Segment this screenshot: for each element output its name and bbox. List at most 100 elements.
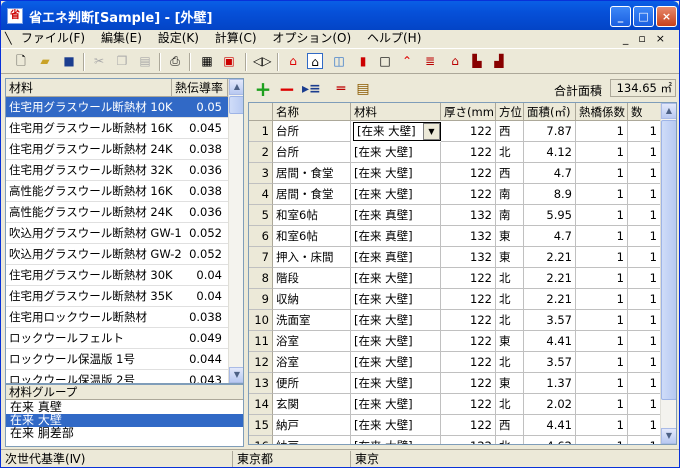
- cell-name[interactable]: 台所: [273, 142, 351, 163]
- material-row[interactable]: ロックウールフェルト 0.049: [6, 328, 228, 349]
- add-row-icon[interactable]: +: [254, 79, 272, 99]
- material-row[interactable]: 住宅用グラスウール断熱材 16K 0.045: [6, 118, 228, 139]
- cell-direction[interactable]: 東: [496, 247, 524, 268]
- col-thickness[interactable]: 厚さ(mm): [441, 103, 496, 121]
- cell-material[interactable]: [在来 大壁]: [351, 163, 441, 184]
- table-row[interactable]: 12 浴室 [在来 大壁] 122 北 3.57 1 1: [249, 352, 661, 373]
- cell-thickness[interactable]: 122: [441, 310, 496, 331]
- mdi-minimize-button[interactable]: _: [623, 32, 639, 45]
- scroll-up-arrow-icon[interactable]: ▲: [661, 103, 676, 119]
- row-number[interactable]: 16: [249, 436, 273, 444]
- cell-thermal-bridge[interactable]: 1: [576, 184, 628, 205]
- material-row[interactable]: 住宅用グラスウール断熱材 30K 0.04: [6, 265, 228, 286]
- cell-name[interactable]: 居間・食堂: [273, 163, 351, 184]
- cell-thermal-bridge[interactable]: 1: [576, 352, 628, 373]
- cell-count[interactable]: 1: [628, 289, 661, 310]
- menu-file[interactable]: ファイル(F): [15, 30, 91, 47]
- cell-direction[interactable]: 南: [496, 205, 524, 226]
- row-number[interactable]: 8: [249, 268, 273, 289]
- cell-material[interactable]: [在来 大壁]: [351, 310, 441, 331]
- cell-thermal-bridge[interactable]: 1: [576, 331, 628, 352]
- material-list[interactable]: 材料 熱伝導率 住宅用グラスウール断熱材 10K 0.05 住宅用グラスウール断熱材…: [5, 78, 244, 384]
- material-row[interactable]: 住宅用グラスウール断熱材 35K 0.04: [6, 286, 228, 307]
- menu-options[interactable]: オプション(O): [266, 30, 357, 47]
- scroll-down-arrow-icon[interactable]: ▼: [661, 428, 676, 444]
- menu-settings[interactable]: 設定(K): [152, 30, 205, 47]
- double-window-icon[interactable]: ◫: [331, 53, 347, 69]
- scroll-thumb[interactable]: [229, 96, 243, 114]
- row-number[interactable]: 11: [249, 331, 273, 352]
- col-material[interactable]: 材料: [351, 103, 441, 121]
- insert-row-icon[interactable]: ▸≡: [302, 80, 321, 98]
- title-bar[interactable]: 省 省エネ判断[Sample] - [外壁] _ □ ×: [1, 1, 679, 30]
- cell-thermal-bridge[interactable]: 1: [576, 289, 628, 310]
- cell-thermal-bridge[interactable]: 1: [576, 415, 628, 436]
- col-area[interactable]: 面積(㎡): [524, 103, 576, 121]
- cell-thickness[interactable]: 122: [441, 163, 496, 184]
- row-number[interactable]: 12: [249, 352, 273, 373]
- material-row[interactable]: 住宅用グラスウール断熱材 32K 0.036: [6, 160, 228, 181]
- cell-thickness[interactable]: 122: [441, 142, 496, 163]
- cell-thickness[interactable]: 122: [441, 184, 496, 205]
- cell-count[interactable]: 1: [628, 142, 661, 163]
- cell-direction[interactable]: 東: [496, 331, 524, 352]
- split-icon[interactable]: ◁▷: [253, 53, 271, 69]
- table-row[interactable]: 15 納戸 [在来 大壁] 122 西 4.41 1 1: [249, 415, 661, 436]
- wall-grid[interactable]: 名称 材料 厚さ(mm) 方位 面積(㎡) 熱橋係数 数 1 台所 [在来 大壁] ▼…: [248, 102, 677, 445]
- cell-thickness[interactable]: 132: [441, 205, 496, 226]
- cell-name[interactable]: 便所: [273, 373, 351, 394]
- cell-count[interactable]: 1: [628, 205, 661, 226]
- row-number[interactable]: 4: [249, 184, 273, 205]
- material-row[interactable]: 住宅用グラスウール断熱材 10K 0.05: [6, 97, 228, 118]
- cell-area[interactable]: 4.41: [524, 415, 576, 436]
- cell-thickness[interactable]: 122: [441, 373, 496, 394]
- copy-icon[interactable]: ❐: [114, 53, 130, 69]
- material-row[interactable]: ロックウール保温版 1号 0.044: [6, 349, 228, 370]
- cell-thickness[interactable]: 122: [441, 415, 496, 436]
- table-row[interactable]: 3 居間・食堂 [在来 大壁] 122 西 4.7 1 1: [249, 163, 661, 184]
- cell-area[interactable]: 3.57: [524, 310, 576, 331]
- cell-material[interactable]: [在来 大壁]: [351, 184, 441, 205]
- col-name[interactable]: 名称: [273, 103, 351, 121]
- table-row[interactable]: 9 収納 [在来 大壁] 122 北 2.21 1 1: [249, 289, 661, 310]
- cell-thickness[interactable]: 122: [441, 331, 496, 352]
- row-number[interactable]: 5: [249, 205, 273, 226]
- scroll-down-arrow-icon[interactable]: ▼: [229, 367, 243, 383]
- material-scrollbar[interactable]: ▲ ▼: [228, 79, 243, 383]
- cell-material[interactable]: [在来 大壁]: [351, 289, 441, 310]
- cell-thermal-bridge[interactable]: 1: [576, 205, 628, 226]
- cell-count[interactable]: 1: [628, 310, 661, 331]
- cell-area[interactable]: 7.87: [524, 121, 576, 142]
- cell-direction[interactable]: 西: [496, 121, 524, 142]
- cell-direction[interactable]: 北: [496, 436, 524, 444]
- material-group-item[interactable]: 在来 胴差部: [6, 427, 243, 440]
- cell-material[interactable]: [在来 真壁]: [351, 205, 441, 226]
- cell-thickness[interactable]: 122: [441, 121, 496, 142]
- open-folder-icon[interactable]: ▰: [37, 53, 53, 69]
- cell-thermal-bridge[interactable]: 1: [576, 163, 628, 184]
- material-row[interactable]: 住宅用ロックウール断熱材 0.038: [6, 307, 228, 328]
- cell-name[interactable]: 浴室: [273, 352, 351, 373]
- cell-name[interactable]: 洗面室: [273, 310, 351, 331]
- table-row[interactable]: 1 台所 [在来 大壁] ▼ 122 西 7.87 1 1: [249, 121, 661, 142]
- app-icon[interactable]: 省: [7, 8, 23, 24]
- table-row[interactable]: 10 洗面室 [在来 大壁] 122 北 3.57 1 1: [249, 310, 661, 331]
- cell-thickness[interactable]: 132: [441, 226, 496, 247]
- cell-thermal-bridge[interactable]: 1: [576, 373, 628, 394]
- cell-name[interactable]: 台所: [273, 121, 351, 142]
- save-icon[interactable]: ■: [61, 53, 77, 69]
- print-icon[interactable]: ⎙: [167, 53, 183, 69]
- material-row[interactable]: 住宅用グラスウール断熱材 24K 0.038: [6, 139, 228, 160]
- table-row[interactable]: 16納戸[在来 大壁]122北4.6211: [249, 436, 661, 444]
- cell-count[interactable]: 1: [628, 226, 661, 247]
- table-row[interactable]: 5 和室6帖 [在来 真壁] 132 南 5.95 1 1: [249, 205, 661, 226]
- cell-thermal-bridge[interactable]: 1: [576, 310, 628, 331]
- cell-material[interactable]: [在来 大壁]: [351, 394, 441, 415]
- cell-area[interactable]: 4.12: [524, 142, 576, 163]
- cell-thermal-bridge[interactable]: 1: [576, 142, 628, 163]
- door-icon[interactable]: ▮: [355, 53, 371, 69]
- col-thermal-bridge[interactable]: 熱橋係数: [576, 103, 628, 121]
- cell-direction[interactable]: 西: [496, 415, 524, 436]
- cell-count[interactable]: 1: [628, 268, 661, 289]
- cell-name[interactable]: 収納: [273, 289, 351, 310]
